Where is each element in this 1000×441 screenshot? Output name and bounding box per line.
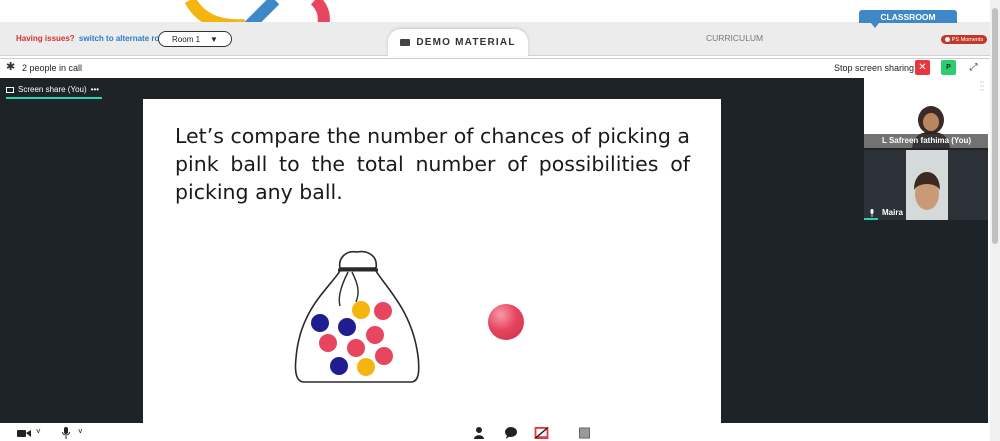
navy-ball <box>338 318 356 336</box>
ps-moments-button[interactable]: PS Moments <box>941 35 987 44</box>
tab-demo-material[interactable]: DEMO MATERIAL <box>388 29 528 56</box>
scrollbar-thumb[interactable] <box>992 8 998 244</box>
record-dot-icon <box>944 37 950 42</box>
people-count: 2 people in call <box>22 63 83 73</box>
stop-sharing-button[interactable]: ✕ <box>915 60 930 75</box>
caret-down-icon: ▼ <box>210 34 218 44</box>
p-button[interactable]: P <box>941 60 956 75</box>
room-select-value: Room 1 <box>172 34 201 44</box>
chevron-down-icon[interactable]: ˅ <box>36 427 41 439</box>
classroom-pointer <box>871 23 879 28</box>
video-camera-icon[interactable] <box>17 427 31 439</box>
microphone-icon[interactable] <box>62 427 70 439</box>
slide-text: Let’s compare the number of chances of p… <box>175 124 690 204</box>
tab-demo-material-label: DEMO MATERIAL <box>416 37 516 48</box>
pink-ball-in-bag <box>375 347 393 365</box>
issues-notice: Having issues? switch to alternate room <box>16 34 171 43</box>
room-select[interactable]: Room 1 ▼ <box>158 31 232 47</box>
tab-curriculum[interactable]: CURRICULUM <box>706 33 763 43</box>
navy-ball <box>311 314 329 332</box>
speaking-indicator <box>864 218 878 220</box>
person-icon[interactable] <box>474 427 484 439</box>
participant-tile[interactable]: Maira <box>864 150 988 220</box>
pink-ball-in-bag <box>319 334 337 352</box>
call-toolbar <box>0 423 990 441</box>
participant-name: L Safreen fathima (You) <box>864 134 988 148</box>
pink-ball-in-bag <box>366 326 384 344</box>
screen-share-tab[interactable]: Screen share (You) ••• <box>6 82 99 97</box>
gear-icon[interactable]: ✱ <box>6 62 16 73</box>
active-tab-indicator <box>6 97 102 99</box>
stop-sharing-label[interactable]: Stop screen sharing <box>834 63 914 73</box>
screen-share-tab-label: Screen share (You) <box>18 85 87 94</box>
issues-question: Having issues? <box>16 34 75 43</box>
ps-moments-label: PS Moments <box>951 36 984 43</box>
close-icon: ✕ <box>918 62 927 73</box>
classroom-app: Having issues? switch to alternate room … <box>0 0 1000 441</box>
participant-name: Maira <box>882 208 903 217</box>
chat-bubble-icon[interactable] <box>505 427 517 439</box>
single-pink-ball <box>488 304 524 340</box>
tab-classroom[interactable]: CLASSROOM <box>859 10 957 23</box>
gold-ball <box>357 358 375 376</box>
pink-ball-in-bag <box>347 339 365 357</box>
more-options-icon[interactable]: ••• <box>91 85 99 94</box>
square-icon[interactable] <box>579 427 590 439</box>
ball-bag-illustration <box>294 250 420 383</box>
pink-ball-in-bag <box>374 302 392 320</box>
mini-slide-preview: ▪ ▫ ▫▫▫ ▫▫▫ <box>980 80 984 92</box>
participant-tile-self[interactable]: ▪ ▫ ▫▫▫ ▫▫▫ L Safreen fathima (You) <box>864 78 988 148</box>
chevron-down-icon[interactable]: ˅ <box>78 427 83 439</box>
expand-icon[interactable]: ⤢ <box>966 60 981 75</box>
screen-share-off-icon[interactable] <box>534 427 549 439</box>
navy-ball <box>330 357 348 375</box>
gold-ball <box>352 301 370 319</box>
monitor-icon <box>6 86 14 93</box>
folder-icon <box>400 39 411 46</box>
